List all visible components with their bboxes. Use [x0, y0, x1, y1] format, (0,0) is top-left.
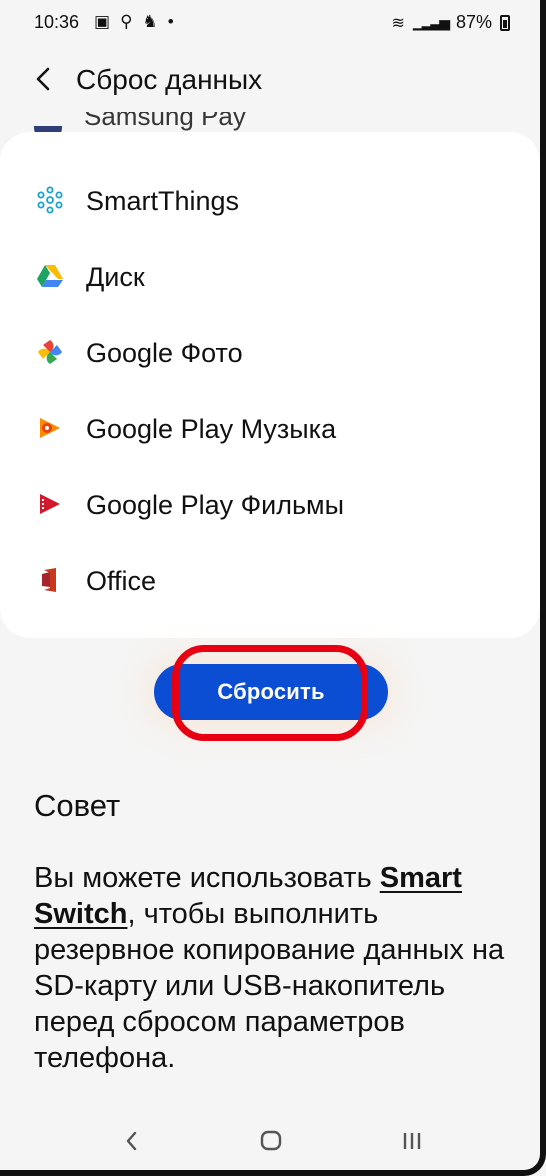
list-item-label: SmartThings	[86, 186, 240, 216]
google-drive-icon	[37, 265, 63, 287]
back-icon[interactable]	[30, 64, 60, 94]
tip-title: Совет	[34, 788, 121, 823]
smartthings-icon	[37, 186, 63, 214]
office-icon	[42, 568, 56, 592]
list-item-label: Google Фото	[86, 338, 243, 368]
apps-card: SmartThings Диск Google Фото Google Play…	[0, 132, 540, 638]
list-item-disk: Диск	[0, 240, 540, 316]
nav-home-icon[interactable]	[255, 1126, 287, 1156]
app-bar: Сброс данных	[0, 52, 546, 110]
google-play-movies-icon	[40, 494, 60, 514]
signal-icon: ▁▂▃▅	[412, 14, 450, 30]
status-time: 10:36	[34, 12, 80, 32]
page-title: Сброс данных	[76, 64, 263, 95]
search-icon: ⚲	[120, 12, 133, 31]
wifi-icon: ≋	[391, 14, 405, 32]
google-photos-icon	[38, 340, 62, 364]
list-item-label: Google Play Фильмы	[86, 490, 344, 520]
list-item-label: Google Play Музыка	[86, 414, 337, 444]
battery-percent: 87%	[455, 12, 492, 32]
battery-icon	[500, 14, 510, 31]
gallery-icon: ▣	[94, 12, 111, 31]
list-item-office: Office	[0, 544, 540, 620]
list-item-label: Диск	[86, 262, 145, 292]
app-notification-icon: ♞	[142, 12, 158, 31]
tip-text: Вы можете использовать Smart Switch, что…	[34, 862, 505, 1074]
list-item-google-photos: Google Фото	[0, 316, 540, 392]
more-notifications-icon: •	[167, 12, 174, 31]
reset-button[interactable]: Сбросить	[154, 664, 388, 720]
list-item-google-play-movies: Google Play Фильмы	[0, 468, 540, 544]
navigation-bar	[0, 1112, 546, 1168]
nav-back-icon[interactable]	[116, 1126, 148, 1156]
status-right: ≋ ▁▂▃▅ 87%	[391, 12, 510, 33]
reset-button-label: Сбросить	[217, 679, 325, 704]
google-play-music-icon	[40, 418, 60, 438]
nav-recents-icon[interactable]	[396, 1126, 428, 1156]
list-item-smartthings: SmartThings	[0, 164, 540, 240]
notification-icons: ▣ ⚲ ♞ •	[94, 12, 174, 32]
list-item-google-play-music: Google Play Музыка	[0, 392, 540, 468]
list-item-label: Office	[86, 566, 157, 596]
status-bar: 10:36 ▣ ⚲ ♞ • ≋ ▁▂▃▅ 87%	[0, 0, 546, 44]
